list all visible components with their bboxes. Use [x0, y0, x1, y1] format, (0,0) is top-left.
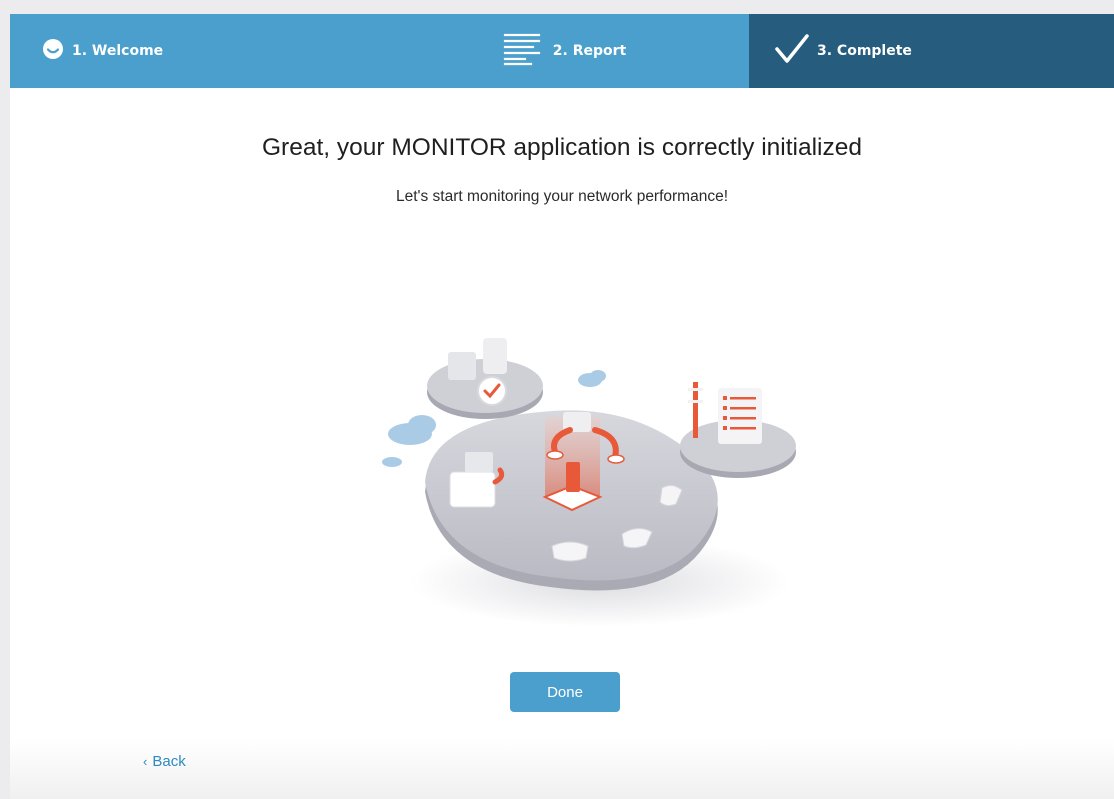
checkmark-icon	[775, 34, 809, 68]
done-button[interactable]: Done	[510, 672, 620, 712]
step-complete[interactable]: 3. Complete	[749, 14, 1114, 88]
wizard-step-bar: 1. Welcome 2. Report 3. Complete	[10, 14, 1114, 88]
back-link[interactable]: ‹ Back	[143, 753, 186, 770]
network-platform-illustration	[370, 312, 830, 642]
step-complete-label: 3. Complete	[817, 43, 912, 59]
wizard-frame: 1. Welcome 2. Report 3. Complete Great, …	[10, 14, 1114, 799]
step-welcome[interactable]: 1. Welcome	[10, 14, 380, 88]
page-title: Great, your MONITOR application is corre…	[262, 134, 862, 161]
step-welcome-label: 1. Welcome	[72, 43, 164, 59]
step-report-label: 2. Report	[552, 43, 627, 59]
report-lines-icon	[503, 32, 541, 70]
chevron-left-icon: ‹	[143, 754, 148, 769]
page-subtitle: Let's start monitoring your network perf…	[395, 188, 729, 205]
back-link-label: Back	[152, 753, 186, 770]
step-report[interactable]: 2. Report	[380, 14, 749, 88]
smile-icon	[42, 38, 64, 64]
